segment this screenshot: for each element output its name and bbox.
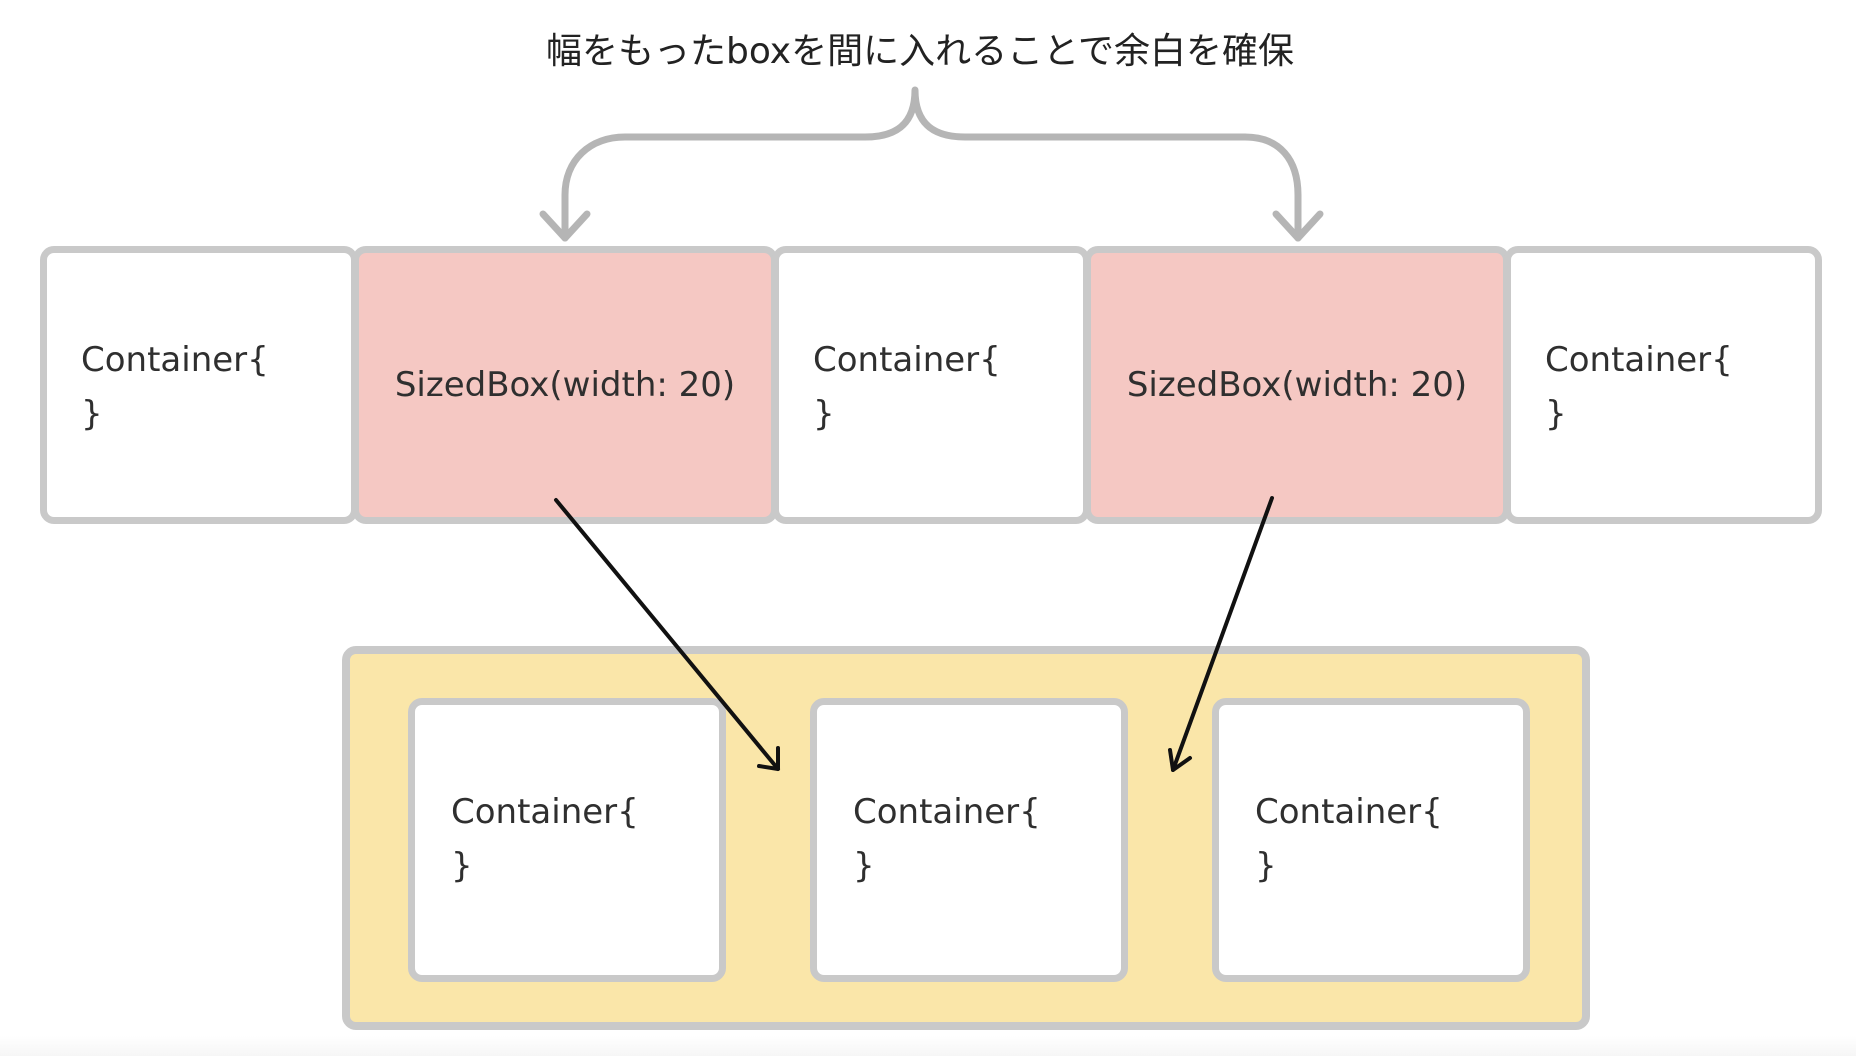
brace-connector [539,86,1324,242]
bottom-container-2: Container{} [810,698,1128,982]
bottom-container-1: Container{} [408,698,726,982]
bottom-container-1-line1: Container{ [451,792,639,832]
top-container-1-label: Container{} [81,333,269,441]
top-container-3-label: Container{} [1545,333,1733,441]
brace-path [561,86,1302,242]
top-container-3-line2: } [1545,394,1567,434]
bottom-container-1-line2: } [451,846,473,886]
bottom-container-3-label: Container{} [1255,785,1443,893]
top-container-3-line1: Container{ [1545,340,1733,380]
top-sizedbox-2-label: SizedBox(width: 20) [1126,365,1468,405]
top-container-2-line1: Container{ [813,340,1001,380]
brace-arrowhead-right [1272,210,1324,242]
diagram-canvas: 幅をもったboxを間に入れることで余白を確保 Container{} Sized… [0,0,1856,1056]
top-sizedbox-2: SizedBox(width: 20) [1084,246,1510,524]
bottom-container-2-line1: Container{ [853,792,1041,832]
bottom-container-2-label: Container{} [853,785,1041,893]
top-container-1-line1: Container{ [81,340,269,380]
top-container-1-line2: } [81,394,103,434]
row-wrapper: Container{} Container{} Container{} [342,646,1590,1030]
bottom-container-1-label: Container{} [451,785,639,893]
brace-arrowhead-left [539,210,591,242]
top-container-2-line2: } [813,394,835,434]
diagram-caption: 幅をもったboxを間に入れることで余白を確保 [546,31,1294,72]
top-container-2-label: Container{} [813,333,1001,441]
top-sizedbox-1: SizedBox(width: 20) [352,246,778,524]
bottom-fade [0,1036,1856,1056]
bottom-container-2-line2: } [853,846,875,886]
top-container-3: Container{} [1504,246,1822,524]
bottom-container-3-line1: Container{ [1255,792,1443,832]
bottom-container-3-line2: } [1255,846,1277,886]
top-sizedbox-1-label: SizedBox(width: 20) [394,365,736,405]
top-container-2: Container{} [772,246,1090,524]
top-container-1: Container{} [40,246,358,524]
bottom-container-3: Container{} [1212,698,1530,982]
